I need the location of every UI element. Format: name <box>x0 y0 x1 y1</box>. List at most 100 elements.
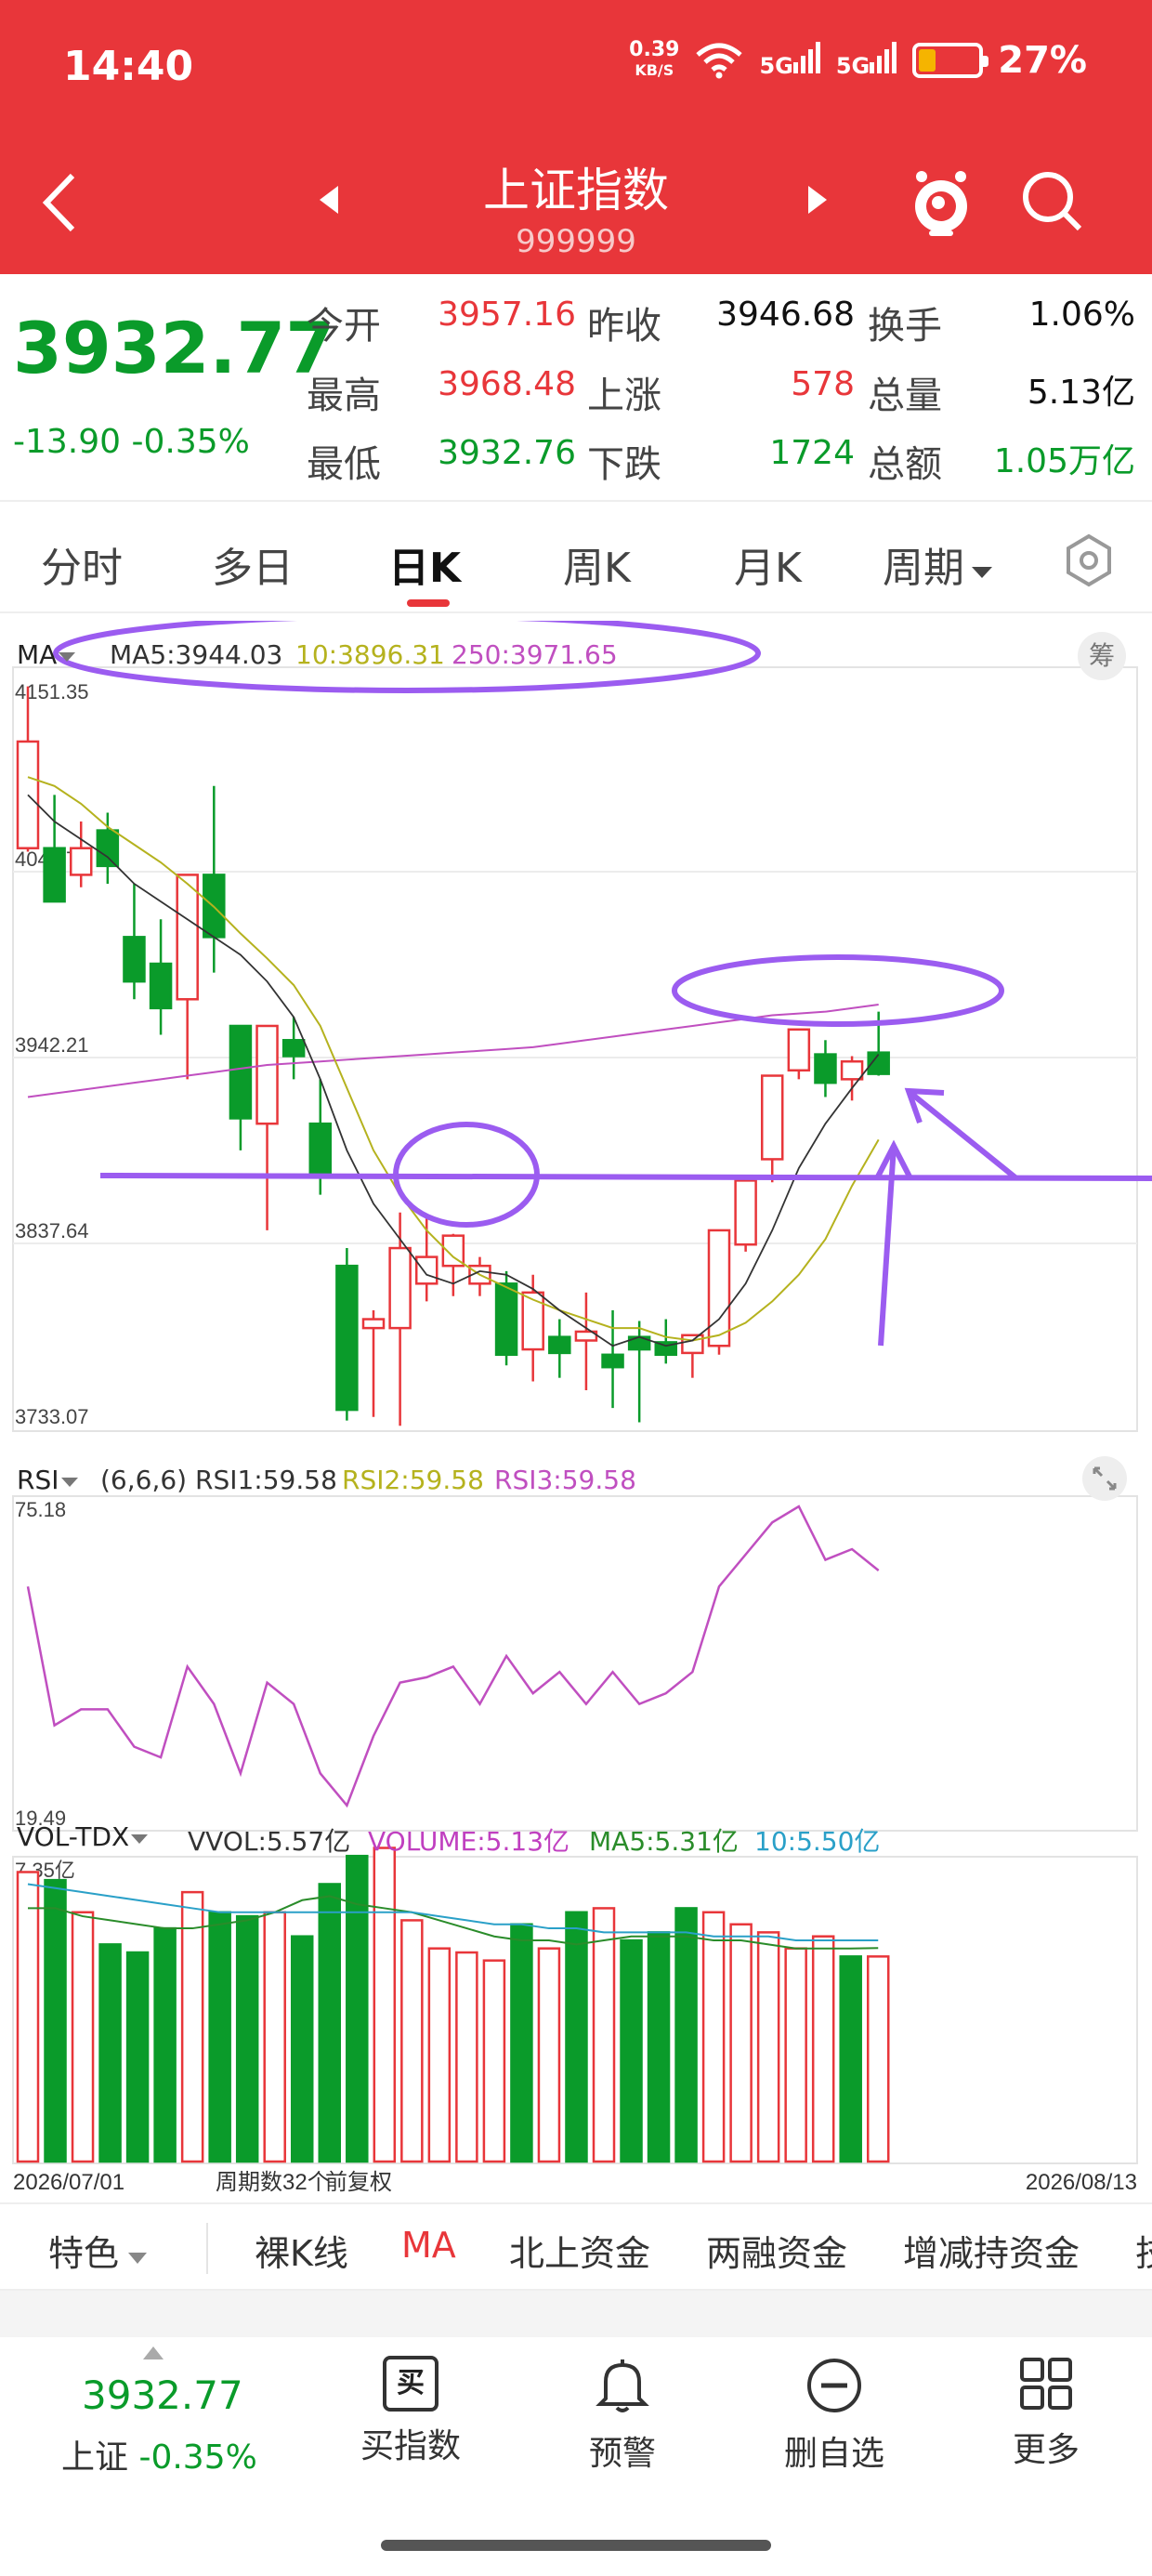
nav-more-label: 更多 <box>1012 2431 1080 2469</box>
vol-ma10-value: 10:5.50亿 <box>754 1826 881 1857</box>
volume-bar <box>290 1935 314 2163</box>
candle <box>123 936 146 983</box>
candle <box>149 962 173 1010</box>
volume-bar <box>674 1907 698 2163</box>
candle <box>69 847 93 876</box>
mascot-icon[interactable] <box>910 167 972 238</box>
annotation-arrow <box>909 1090 1018 1181</box>
candle <box>16 740 40 849</box>
volume-bar <box>71 1911 95 2163</box>
rsi-line <box>26 1505 880 1808</box>
candle <box>414 1255 439 1285</box>
rsi-params: (6,6,6) RSI1:59.58 <box>100 1465 337 1495</box>
ma10-value: 10:3896.31 <box>295 639 445 670</box>
tab-intraday[interactable]: 分时 <box>41 534 123 594</box>
dropdown-icon <box>59 652 76 662</box>
kline-chart[interactable]: 4151.354046.783942.213837.643733.0775.18… <box>0 621 1152 2201</box>
candle <box>43 847 66 903</box>
candle <box>521 1291 544 1351</box>
volume-bar <box>427 1947 452 2163</box>
tab-monthly-k[interactable]: 月K <box>734 534 802 594</box>
network-speed: 0.39 KB/S <box>629 38 680 80</box>
adjustment-label: 前复权 <box>325 2170 392 2195</box>
quote-label: 总量 <box>868 375 942 417</box>
volume-bar <box>373 1847 397 2163</box>
quote-label: 上涨 <box>587 375 661 417</box>
nav-alert-label: 预警 <box>588 2435 656 2473</box>
rsi-indicator-selector[interactable]: RSI <box>17 1465 80 1495</box>
quote-label: 换手 <box>868 305 942 348</box>
minus-circle-icon <box>807 2359 861 2412</box>
nav-remove-label: 删自选 <box>783 2435 884 2473</box>
volume-bar <box>318 1883 342 2163</box>
candle <box>176 874 199 1001</box>
feature-holding-change[interactable]: 增减持资金 <box>903 2225 1080 2276</box>
nav-more[interactable]: 更多 <box>962 2356 1130 2471</box>
feature-overflow[interactable]: 技 <box>1135 2225 1152 2276</box>
quote-value: 1724 <box>769 434 855 472</box>
candle <box>229 1024 253 1120</box>
quote-value: 1.06% <box>1028 296 1135 334</box>
candle <box>96 829 120 868</box>
grid-icon <box>1020 2358 1072 2410</box>
quote-value: 5.13亿 <box>1027 374 1135 412</box>
feature-margin[interactable]: 两融资金 <box>706 2225 847 2276</box>
y-tick-label: 3942.21 <box>15 1033 89 1057</box>
quote-label: 今开 <box>307 305 381 348</box>
volume-bar <box>16 1871 40 2163</box>
price-change: -13.90 -0.35% <box>13 423 250 461</box>
candle <box>494 1282 518 1357</box>
vol-ma5-value: MA5:5.31亿 <box>589 1826 739 1857</box>
feature-northbound[interactable]: 北上资金 <box>509 2225 650 2276</box>
tab-weekly-k[interactable]: 周K <box>563 534 631 594</box>
separator <box>0 2291 1152 2337</box>
rsi3-value: RSI3:59.58 <box>494 1465 636 1495</box>
nav-alert[interactable]: 预警 <box>539 2356 706 2475</box>
nav-buy-index[interactable]: 买 买指数 <box>327 2356 494 2467</box>
volume-bar <box>482 1959 506 2163</box>
annotation-line <box>99 1173 1152 1181</box>
settings-hexagon-icon[interactable] <box>1061 532 1117 588</box>
tab-period[interactable]: 周期 <box>883 534 994 594</box>
volume-bar <box>208 1911 231 2163</box>
rsi-frame <box>12 1495 1138 1832</box>
kline-frame <box>12 666 1138 1432</box>
volume-bar <box>510 1923 533 2163</box>
nav-price: 3932.77 <box>82 2372 243 2418</box>
feature-menu[interactable]: 特色 <box>48 2225 149 2276</box>
last-price: 3932.77 <box>13 307 335 389</box>
feature-ma[interactable]: MA <box>401 2225 456 2266</box>
candle <box>681 1334 704 1355</box>
signal-5g-1: 5G <box>759 42 820 79</box>
buy-icon: 买 <box>383 2356 439 2412</box>
chart-period-tabs: 分时 多日 日K 周K 月K 周期 <box>0 506 1152 613</box>
search-icon[interactable] <box>1020 167 1085 234</box>
x-end-label: 2026/08/13 <box>1026 2170 1137 2195</box>
ma-indicator-selector[interactable]: MA <box>17 639 77 670</box>
quote-value: 3968.48 <box>438 365 576 403</box>
candle <box>548 1335 571 1355</box>
candle <box>255 1024 279 1125</box>
dropdown-icon <box>131 1834 149 1844</box>
vol-indicator-selector[interactable]: VOL-TDX <box>17 1821 150 1852</box>
candle <box>601 1353 624 1369</box>
expand-icon[interactable] <box>1081 1455 1128 1502</box>
volume-bar <box>620 1939 643 2163</box>
nav-index-change[interactable]: 上证 -0.35% <box>61 2430 257 2478</box>
volume-bar <box>729 1923 753 2163</box>
feature-bare-k[interactable]: 裸K线 <box>255 2225 348 2276</box>
volume-bar <box>400 1919 424 2163</box>
chip-distribution-button[interactable]: 筹 <box>1078 632 1126 680</box>
volume-bar <box>565 1911 588 2163</box>
nav-remove-watchlist[interactable]: 删自选 <box>751 2356 918 2475</box>
volume-bar <box>701 1911 726 2163</box>
tab-daily-k[interactable]: 日K <box>388 534 461 594</box>
divider <box>206 2223 208 2274</box>
volume-bar <box>839 1955 862 2163</box>
tab-multi-day[interactable]: 多日 <box>212 534 294 594</box>
candle <box>787 1028 811 1072</box>
home-indicator[interactable] <box>381 2540 771 2551</box>
battery-level: 27% <box>998 39 1087 82</box>
quote-value: 1.05万亿 <box>993 442 1135 480</box>
next-stock-icon[interactable] <box>806 184 831 216</box>
